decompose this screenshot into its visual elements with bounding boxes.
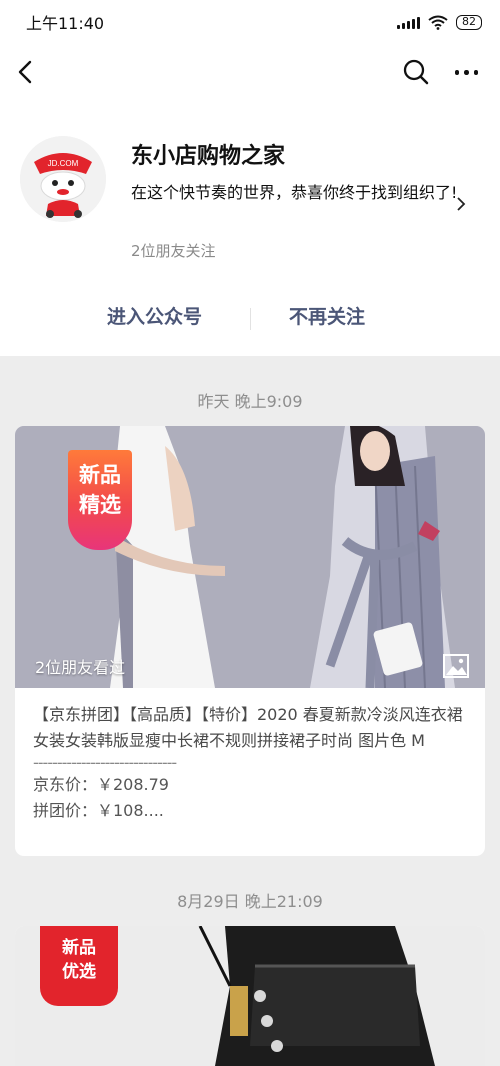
jd-price: 京东价：￥208.79 [33,775,169,794]
account-avatar: JD.COM [20,136,106,222]
signal-icon [397,16,420,29]
avatar-logo-text: JD.COM [48,159,79,168]
unfollow-button[interactable]: 不再关注 [289,302,365,329]
article-card[interactable]: 新品 精选 2位朋友看过 【京东拼团】【高品质】【特价】2020 春夏新款冷淡风… [15,426,485,856]
battery-level: 82 [462,15,476,28]
status-bar: 上午11:40 82 [0,0,500,44]
badge-line-2: 优选 [62,962,96,982]
status-time: 上午11:40 [26,14,105,33]
image-gallery-icon [443,654,469,678]
message-date: 8月29日 晚上21:09 [177,892,323,911]
friends-viewed-label: 2位朋友看过 [35,658,126,677]
follower-count: 2位朋友关注 [131,242,216,260]
action-divider [250,308,251,330]
new-arrival-badge: 新品 优选 [40,926,118,1006]
back-arrow-icon[interactable] [14,56,38,88]
message-date: 昨天 晚上9:09 [197,392,303,411]
wifi-icon [428,15,448,30]
account-actions: 进入公众号 不再关注 [0,280,500,356]
battery-icon: 82 [456,14,482,30]
account-profile[interactable]: JD.COM 东小店购物之家 在这个快节奏的世界，恭喜你终于找到组织了! 2位朋… [0,100,500,280]
search-icon[interactable] [402,58,430,86]
badge-line-2: 精选 [79,493,121,517]
article-card[interactable]: 新品 优选 [15,926,485,1066]
article-cover-image[interactable]: 新品 精选 2位朋友看过 [15,426,485,688]
chevron-right-icon[interactable] [456,196,466,212]
nav-bar [0,44,500,100]
more-options-icon[interactable] [454,70,478,75]
article-title: 【京东拼团】【高品质】【特价】2020 春夏新款冷淡风连衣裙女装女装韩版显瘦中长… [33,705,463,750]
enter-account-button[interactable]: 进入公众号 [107,302,202,329]
article-cover-image[interactable]: 新品 优选 [15,926,485,1066]
separator-dashes: ------------------------------ [33,754,177,772]
group-price: 拼团价：￥108.... [33,801,164,820]
badge-line-1: 新品 [79,463,121,487]
new-arrival-badge: 新品 精选 [68,450,132,550]
account-description: 在这个快节奏的世界，恭喜你终于找到组织了! [131,183,458,202]
jd-mascot-logo: JD.COM [20,136,106,222]
badge-line-1: 新品 [62,938,96,958]
article-summary: 【京东拼团】【高品质】【特价】2020 春夏新款冷淡风连衣裙女装女装韩版显瘦中长… [15,688,485,824]
account-name: 东小店购物之家 [131,144,286,169]
account-header: 上午11:40 82 JD.COM 东小店购物之家 在这个快节奏的世界，恭喜你终… [0,0,500,356]
